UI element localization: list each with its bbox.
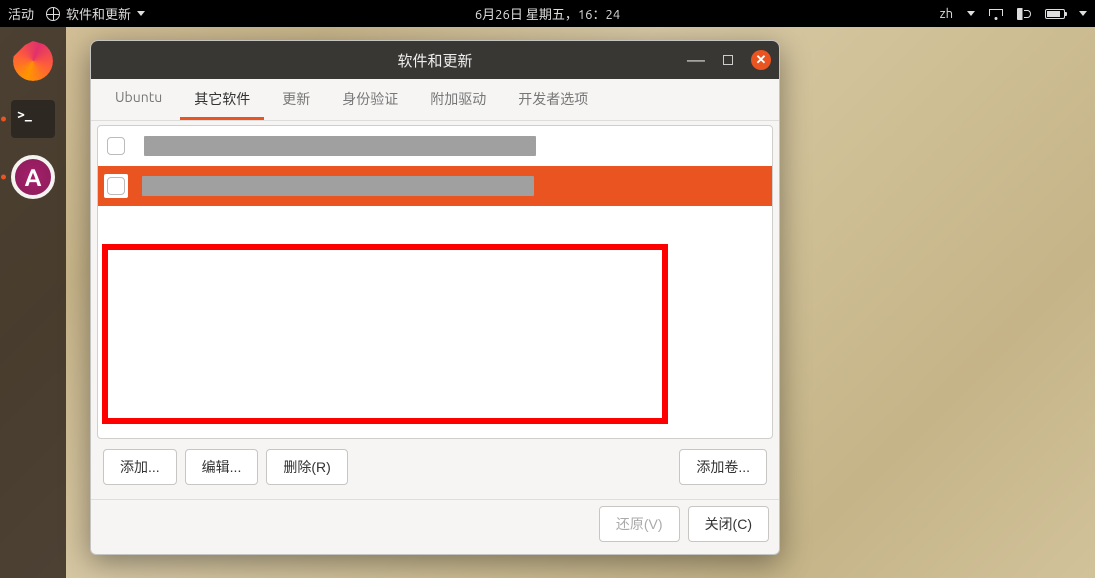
chevron-down-icon <box>1079 11 1087 16</box>
software-sources-list[interactable] <box>97 125 773 439</box>
edit-button[interactable]: 编辑... <box>185 449 259 485</box>
tab-authentication[interactable]: 身份验证 <box>328 79 412 120</box>
software-updater-icon: A <box>11 155 55 199</box>
globe-icon <box>46 7 60 21</box>
source-row[interactable] <box>98 126 772 166</box>
source-label-redacted <box>142 176 534 196</box>
revert-button: 还原(V) <box>599 506 680 542</box>
source-label-redacted <box>144 136 536 156</box>
network-icon <box>989 8 1003 20</box>
add-button[interactable]: 添加... <box>103 449 177 485</box>
source-checkbox[interactable] <box>107 177 125 195</box>
software-updates-window: 软件和更新 — ✕ Ubuntu 其它软件 更新 身份验证 附加驱动 开发者选项 <box>90 40 780 555</box>
close-dialog-button[interactable]: 关闭(C) <box>688 506 769 542</box>
chevron-down-icon <box>967 11 975 16</box>
volume-icon <box>1017 8 1031 20</box>
remove-button[interactable]: 删除(R) <box>266 449 347 485</box>
tab-additional-drivers[interactable]: 附加驱动 <box>416 79 500 120</box>
running-indicator-icon <box>1 117 6 122</box>
close-button[interactable]: ✕ <box>751 50 771 70</box>
dock: >_ A <box>0 27 66 578</box>
add-volume-button[interactable]: 添加卷... <box>679 449 767 485</box>
source-row[interactable] <box>98 166 772 206</box>
maximize-icon <box>723 55 733 65</box>
running-indicator-icon <box>1 175 6 180</box>
source-checkbox[interactable] <box>107 137 125 155</box>
minimize-button[interactable]: — <box>687 51 705 69</box>
titlebar[interactable]: 软件和更新 — ✕ <box>91 41 779 79</box>
input-method-indicator[interactable]: zh <box>940 7 953 21</box>
dock-item-terminal[interactable]: >_ <box>7 93 59 145</box>
window-title: 软件和更新 <box>91 50 779 71</box>
clock[interactable]: 6月26日 星期五，16：24 <box>475 4 620 23</box>
app-menu[interactable]: 软件和更新 <box>46 4 145 23</box>
firefox-icon <box>13 41 53 81</box>
tab-bar: Ubuntu 其它软件 更新 身份验证 附加驱动 开发者选项 <box>91 79 779 121</box>
dock-item-software-updater[interactable]: A <box>7 151 59 203</box>
chevron-down-icon <box>137 11 145 16</box>
app-menu-label: 软件和更新 <box>66 4 131 23</box>
tab-updates[interactable]: 更新 <box>268 79 324 120</box>
maximize-button[interactable] <box>719 51 737 69</box>
tab-other-software[interactable]: 其它软件 <box>180 79 264 120</box>
system-status-area[interactable]: zh <box>940 7 1087 21</box>
tab-developer-options[interactable]: 开发者选项 <box>504 79 602 120</box>
annotation-highlight-box <box>102 244 668 424</box>
dock-item-firefox[interactable] <box>7 35 59 87</box>
top-panel: 活动 软件和更新 6月26日 星期五，16：24 zh <box>0 0 1095 27</box>
tab-ubuntu[interactable]: Ubuntu <box>101 79 176 120</box>
battery-icon <box>1045 9 1065 19</box>
activities-button[interactable]: 活动 <box>8 4 34 23</box>
terminal-icon: >_ <box>11 100 55 138</box>
